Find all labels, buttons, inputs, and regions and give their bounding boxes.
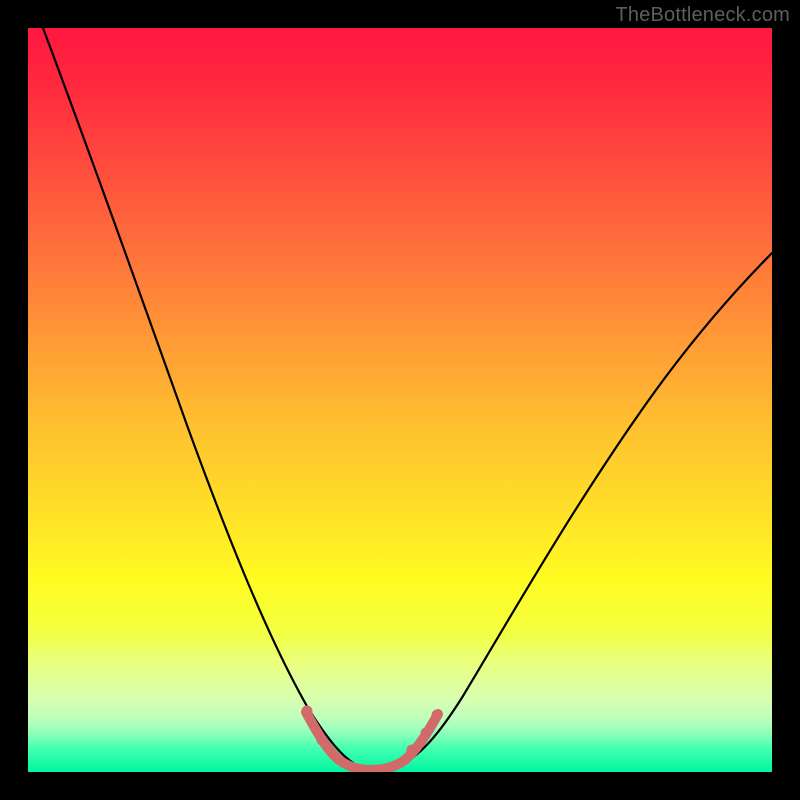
chart-svg (28, 28, 772, 772)
highlight-dot-1 (302, 706, 313, 717)
highlight-dot-3 (407, 745, 418, 756)
watermark-text: TheBottleneck.com (615, 4, 790, 27)
highlight-dot-4 (421, 728, 432, 739)
bottleneck-curve (43, 28, 772, 769)
chart-plot-area (28, 28, 772, 772)
highlight-dot-5 (432, 710, 443, 721)
highlight-dot-2 (317, 735, 328, 746)
chart-frame: TheBottleneck.com (0, 0, 800, 800)
